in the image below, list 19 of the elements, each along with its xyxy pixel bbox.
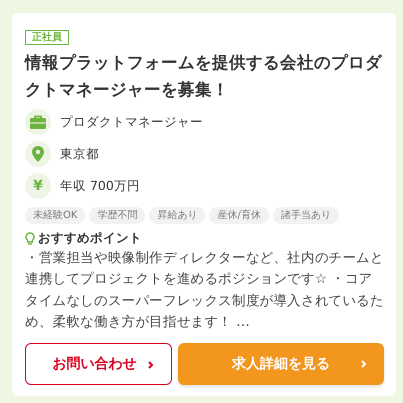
recommend-heading: おすすめポイント: [38, 230, 142, 247]
tag: 未経験OK: [25, 207, 86, 224]
info-text: プロダクトマネージャー: [60, 114, 203, 130]
tag: 学歴不問: [89, 207, 146, 224]
job-title: 情報プラットフォームを提供する会社のプロダクトマネージャーを募集！: [25, 52, 384, 101]
recommend-text: ・営業担当や映像制作ディレクターなど、社内のチームと連携してプロジェクトを進めるポジションです☆ ・コアタイムなしのスーパーフレックス制度が導入されているため、柔軟な働き方が目指せます！ …: [25, 249, 385, 332]
briefcase-icon: [30, 115, 46, 129]
contact-button[interactable]: お問い合わせ: [25, 343, 172, 386]
tag: 諸手当あり: [272, 207, 339, 224]
yen-icon: ¥: [33, 179, 43, 193]
chevron-right-icon: [148, 361, 154, 370]
light-bulb-icon: [25, 232, 35, 246]
tag: 産休/育休: [209, 207, 269, 224]
info-text: 東京都: [60, 146, 99, 162]
tag: 昇給あり: [149, 207, 206, 224]
location-pin-icon: [32, 146, 44, 162]
employment-badge: 正社員: [25, 30, 69, 45]
info-text: 年収 700万円: [60, 178, 140, 194]
chevron-right-icon: [361, 360, 367, 368]
